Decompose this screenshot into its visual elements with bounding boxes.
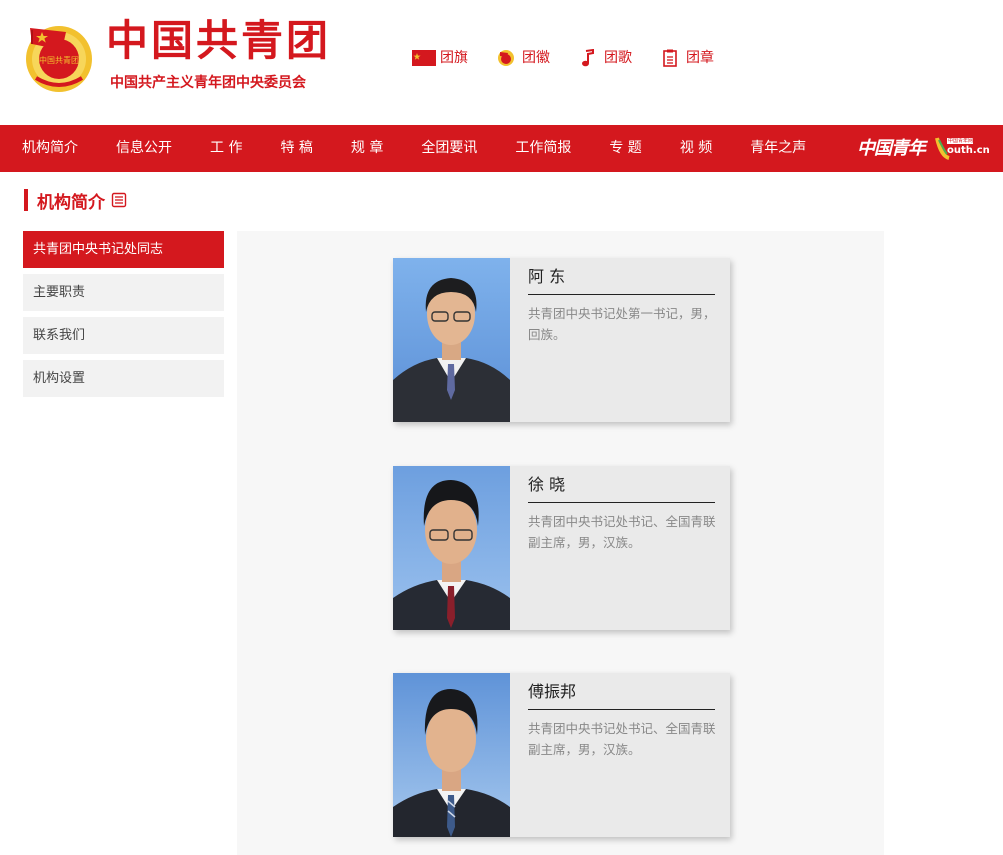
site-subtitle: 中国共产主义青年团中央委员会 bbox=[110, 75, 306, 91]
site-title[interactable]: 中国共青团 bbox=[106, 16, 331, 66]
nav-item-league-news[interactable]: 全团要讯 bbox=[421, 125, 477, 172]
youth-cn-tag: 中国青年网 bbox=[948, 138, 974, 144]
nav-item-work-brief[interactable]: 工作简报 bbox=[515, 125, 571, 172]
youth-league-emblem-icon[interactable]: 中国共青团 bbox=[22, 20, 96, 94]
symbol-label-charter: 团章 bbox=[686, 50, 714, 66]
leader-name: 傅振邦 bbox=[528, 681, 715, 710]
youth-cn-logo[interactable]: 中国青年网 outh.cn bbox=[935, 134, 990, 160]
symbol-label-flag: 团旗 bbox=[440, 50, 468, 66]
nav-item-video[interactable]: 视 频 bbox=[680, 125, 712, 172]
leader-name: 徐 晓 bbox=[528, 474, 715, 503]
leader-name: 阿 东 bbox=[528, 266, 715, 295]
league-symbols-links: 团旗 团徽 团歌 团章 bbox=[412, 48, 740, 68]
document-icon bbox=[658, 48, 682, 68]
symbol-label-emblem: 团徽 bbox=[522, 50, 550, 66]
leader-card[interactable]: 徐 晓 共青团中央书记处书记、全国青联副主席，男，汉族。 bbox=[393, 466, 730, 630]
leader-description: 共青团中央书记处第一书记，男，回族。 bbox=[528, 306, 716, 342]
sidebar-item-contact[interactable]: 联系我们 bbox=[23, 317, 224, 354]
nav-item-youth-voice[interactable]: 青年之声 bbox=[750, 125, 806, 172]
leader-photo bbox=[393, 258, 510, 422]
site-header: 中国共青团 中国共青团 中国共产主义青年团中央委员会 团旗 团徽 团歌 团章 bbox=[0, 0, 1003, 125]
leader-description: 共青团中央书记处书记、全国青联副主席，男，汉族。 bbox=[528, 514, 716, 550]
section-header: 机构简介 bbox=[24, 189, 127, 213]
china-youth-daily-logo[interactable]: 中国青年 bbox=[857, 134, 926, 160]
leader-card[interactable]: 阿 东 共青团中央书记处第一书记，男，回族。 bbox=[393, 258, 730, 422]
symbol-link-song[interactable]: 团歌 bbox=[576, 48, 632, 68]
music-note-icon bbox=[576, 48, 600, 68]
flag-icon bbox=[412, 48, 436, 68]
sidebar-item-structure[interactable]: 机构设置 bbox=[23, 360, 224, 397]
nav-item-work[interactable]: 工 作 bbox=[210, 125, 242, 172]
emblem-icon bbox=[494, 48, 518, 68]
nav-item-topics[interactable]: 专 题 bbox=[609, 125, 641, 172]
main-content: 阿 东 共青团中央书记处第一书记，男，回族。 徐 晓 共青团中央书记处书记、全国… bbox=[237, 231, 884, 855]
nav-item-features[interactable]: 特 稿 bbox=[280, 125, 312, 172]
sidebar-item-secretariat[interactable]: 共青团中央书记处同志 bbox=[23, 231, 224, 268]
nav-item-intro[interactable]: 机构简介 bbox=[22, 125, 78, 172]
sidebar: 共青团中央书记处同志 主要职责 联系我们 机构设置 bbox=[23, 231, 224, 403]
emblem-text: 中国共青团 bbox=[39, 55, 79, 65]
leader-card[interactable]: 傅振邦 共青团中央书记处书记、全国青联副主席，男，汉族。 bbox=[393, 673, 730, 837]
sidebar-item-responsibilities[interactable]: 主要职责 bbox=[23, 274, 224, 311]
leader-photo bbox=[393, 466, 510, 630]
symbol-link-charter[interactable]: 团章 bbox=[658, 48, 714, 68]
list-document-icon bbox=[111, 192, 127, 208]
section-title: 机构简介 bbox=[37, 192, 105, 213]
symbol-link-flag[interactable]: 团旗 bbox=[412, 48, 468, 68]
nav-item-info-disclosure[interactable]: 信息公开 bbox=[116, 125, 172, 172]
symbol-link-emblem[interactable]: 团徽 bbox=[494, 48, 550, 68]
nav-item-regulations[interactable]: 规 章 bbox=[351, 125, 383, 172]
leader-description: 共青团中央书记处书记、全国青联副主席，男，汉族。 bbox=[528, 721, 716, 757]
symbol-label-song: 团歌 bbox=[604, 50, 632, 66]
main-nav: 机构简介 信息公开 工 作 特 稿 规 章 全团要讯 工作简报 专 题 视 频 … bbox=[0, 125, 1003, 172]
leader-photo bbox=[393, 673, 510, 837]
section-accent-bar bbox=[24, 189, 28, 211]
youth-cn-text: outh.cn bbox=[947, 145, 990, 156]
